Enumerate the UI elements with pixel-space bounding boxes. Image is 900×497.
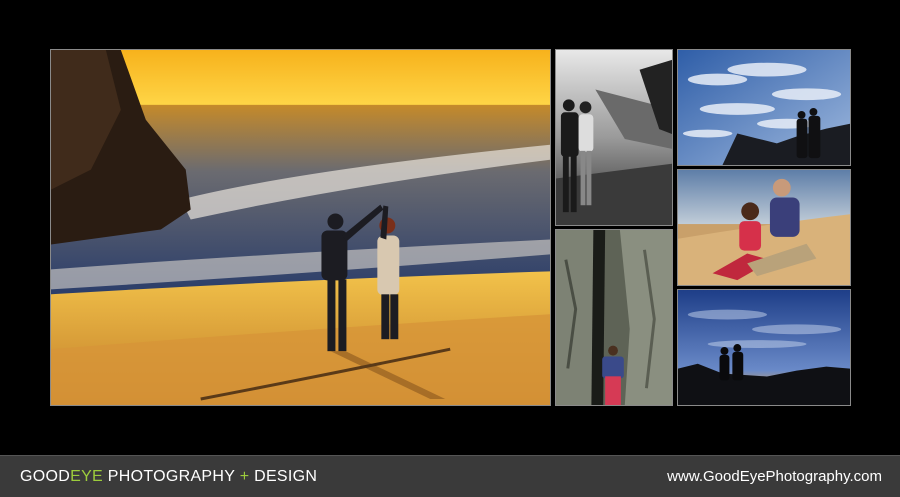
brand-part-design: DESIGN <box>249 467 318 485</box>
couple-under-cloud-sky-photo <box>677 49 851 166</box>
footer-bar: GOODEYE PHOTOGRAPHY + DESIGN www.GoodEye… <box>0 455 900 497</box>
brand-part-eye: EYE <box>70 467 104 485</box>
brand-name: GOODEYE PHOTOGRAPHY + DESIGN <box>20 468 317 486</box>
album-spread <box>0 0 900 455</box>
couple-kiss-bw-photo <box>555 49 673 226</box>
website-url: www.GoodEyePhotography.com <box>667 468 882 485</box>
brand-part-good: GOOD <box>20 467 71 485</box>
sunset-beach-dance-photo <box>50 49 551 406</box>
couple-sitting-on-sand-photo <box>677 169 851 286</box>
brand-part-photography: PHOTOGRAPHY <box>103 467 240 485</box>
brand-plus: + <box>239 467 250 485</box>
silhouette-at-dusk-photo <box>677 289 851 406</box>
couple-between-rocks-photo <box>555 229 673 406</box>
